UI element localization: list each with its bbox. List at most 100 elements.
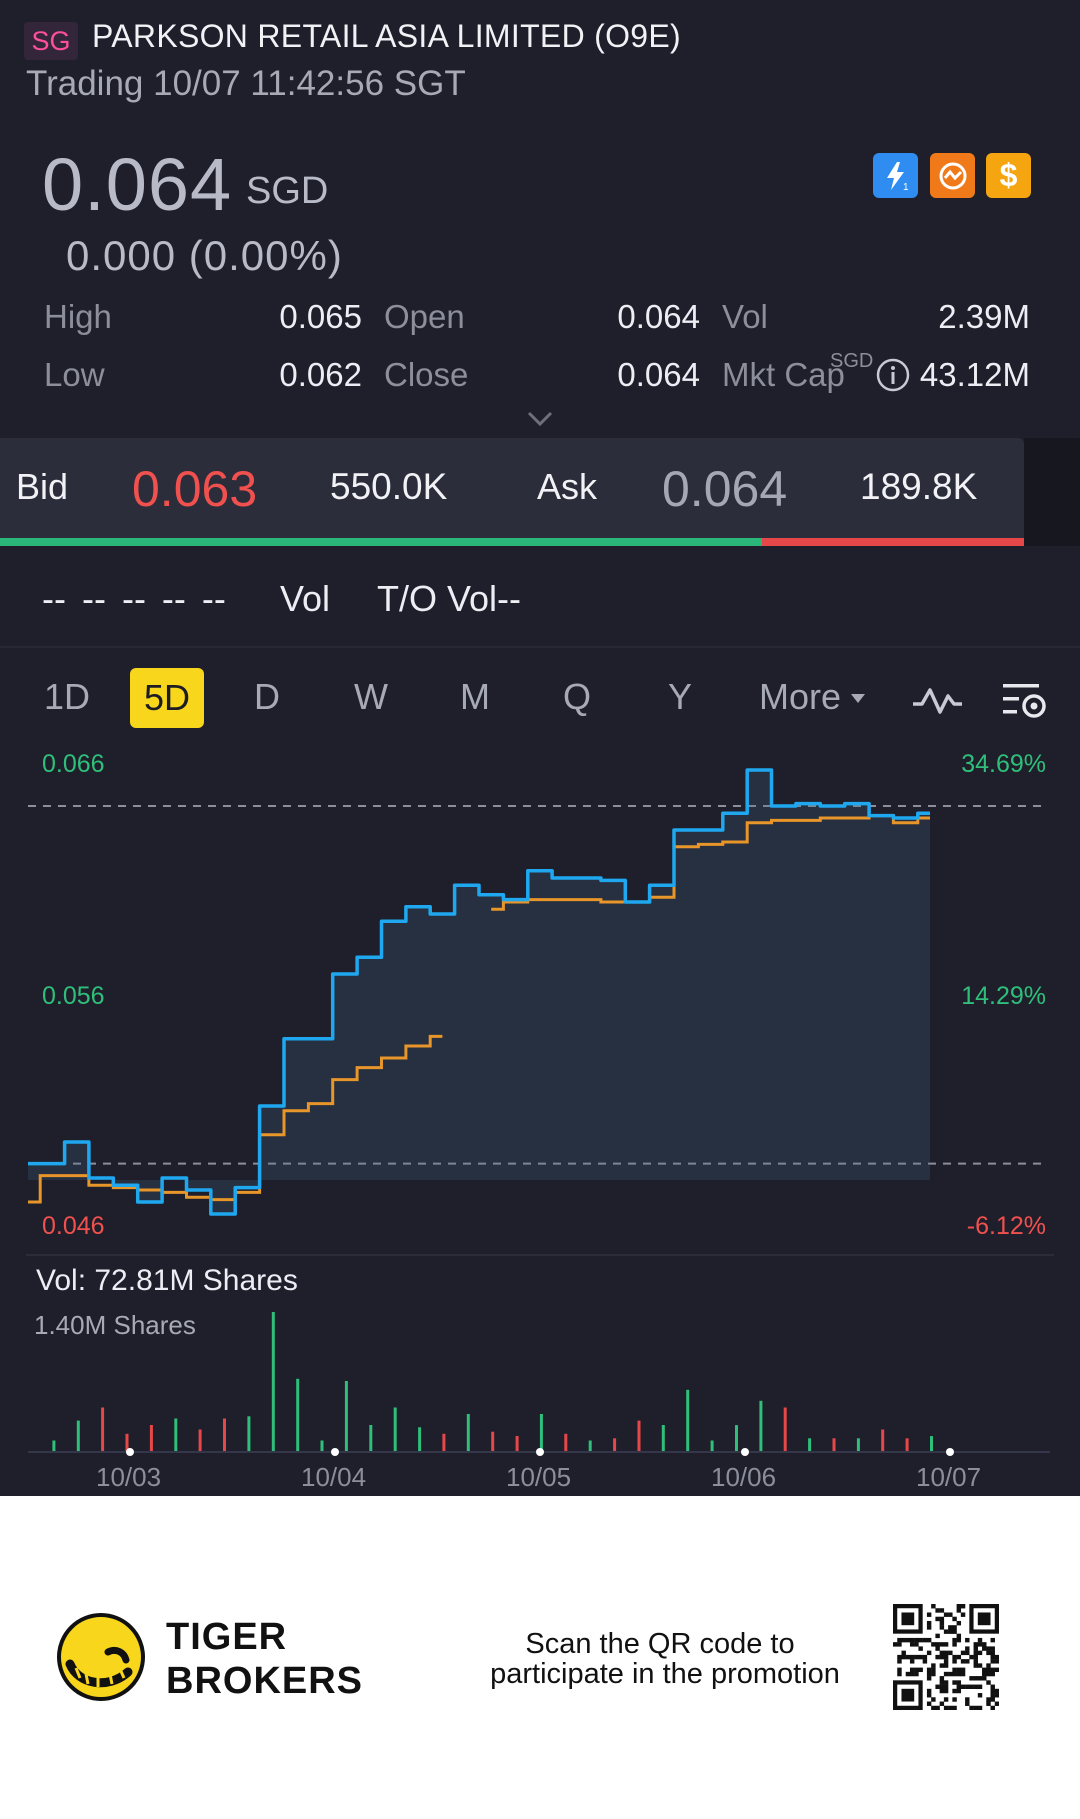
tab-d[interactable]: D <box>250 676 284 718</box>
ask-label: Ask <box>537 466 598 507</box>
date-marker-dot <box>741 1448 749 1456</box>
high-label: High <box>44 298 112 335</box>
vol-label: Vol <box>722 298 768 335</box>
volume-bar <box>710 1440 714 1453</box>
volume-bar <box>637 1420 641 1452</box>
volume-bar <box>905 1438 909 1453</box>
company-name: PARKSON RETAIL ASIA LIMITED (O9E) <box>92 18 682 54</box>
volume-bar <box>930 1436 933 1452</box>
price-area-fill <box>28 770 930 1214</box>
chart-volume-divider <box>26 1254 1054 1256</box>
market-tag: SG <box>24 22 78 60</box>
tab-q[interactable]: Q <box>560 676 594 718</box>
volume-bar <box>564 1433 568 1452</box>
flash-icon[interactable]: 1 <box>873 153 918 198</box>
low-value: 0.062 <box>279 356 362 393</box>
mktcap-label: Mkt Cap <box>722 356 845 393</box>
volume-bar <box>369 1425 373 1452</box>
tiger-logo-icon <box>56 1612 146 1702</box>
swap-icon[interactable] <box>930 153 975 198</box>
volume-bar <box>174 1418 178 1453</box>
volume-bar <box>661 1425 665 1452</box>
volume-bar <box>442 1433 446 1452</box>
turnover-vol-label: T/O Vol-- <box>377 578 522 619</box>
volume-bar <box>539 1414 543 1452</box>
svg-text:1: 1 <box>903 182 909 193</box>
tab-5d[interactable]: 5D <box>130 668 204 728</box>
bid-ratio-bar <box>0 538 762 546</box>
volume-bar <box>223 1418 226 1453</box>
volume-bar <box>296 1378 300 1452</box>
mktcap-currency: SGD <box>830 350 874 372</box>
volume-bar <box>881 1429 885 1453</box>
dollar-icon[interactable]: $ <box>986 153 1031 198</box>
volume-bar <box>344 1381 348 1452</box>
tab-more[interactable]: More <box>756 676 844 718</box>
bid-label: Bid <box>16 466 69 507</box>
ask-size: 189.8K <box>860 466 978 507</box>
last-price: 0.064 <box>42 143 233 226</box>
volume-total: Vol: 72.81M Shares <box>36 1264 298 1297</box>
volume-bar <box>515 1436 519 1452</box>
brand-name-line2: BROKERS <box>166 1660 364 1702</box>
mktcap-value: 43.12M <box>919 356 1030 393</box>
high-value: 0.065 <box>279 298 362 335</box>
info-icon[interactable] <box>876 358 910 392</box>
close-label: Close <box>384 356 469 393</box>
volume-bar <box>271 1312 275 1452</box>
tick-vol-label: Vol <box>280 578 331 619</box>
volume-bar <box>320 1440 324 1453</box>
x-date-label: 10/07 <box>916 1462 982 1492</box>
volume-bar <box>393 1407 397 1453</box>
volume-bar <box>588 1440 592 1453</box>
date-marker-dot <box>946 1448 954 1456</box>
volume-bar <box>808 1438 812 1453</box>
promo-text-line1: Scan the QR code to <box>525 1628 795 1660</box>
volume-bar <box>198 1429 202 1453</box>
bid-price: 0.063 <box>132 461 258 517</box>
open-label: Open <box>384 298 465 335</box>
bid-size: 550.0K <box>330 466 448 507</box>
volume-bar <box>783 1407 787 1453</box>
x-date-label: 10/03 <box>96 1462 162 1492</box>
volume-bar <box>418 1427 422 1452</box>
tab-1d[interactable]: 1D <box>40 676 94 718</box>
tick-placeholders: -- -- -- -- -- <box>42 578 226 619</box>
bid-ask-side-strip <box>1024 438 1080 546</box>
price-chart[interactable] <box>0 740 1080 1490</box>
price-change: 0.000 (0.00%) <box>66 232 343 279</box>
price-currency: SGD <box>246 170 329 212</box>
volume-bar <box>466 1414 470 1452</box>
trading-status: Trading 10/07 11:42:56 SGT <box>26 64 466 103</box>
indicator-icon[interactable] <box>910 680 964 720</box>
tab-y[interactable]: Y <box>663 676 697 718</box>
volume-bar <box>52 1440 56 1453</box>
date-marker-dot <box>331 1448 339 1456</box>
tab-m[interactable]: M <box>456 676 494 718</box>
close-value: 0.064 <box>617 356 700 393</box>
volume-bar <box>856 1438 860 1453</box>
vol-value: 2.39M <box>938 298 1030 335</box>
expand-chevron-icon[interactable] <box>526 410 554 428</box>
ask-price: 0.064 <box>662 461 788 517</box>
tab-w[interactable]: W <box>350 676 392 718</box>
qr-code[interactable] <box>893 1604 1000 1711</box>
open-value: 0.064 <box>617 298 700 335</box>
volume-bar <box>613 1438 617 1452</box>
volume-bar <box>247 1416 251 1452</box>
volume-bar <box>491 1431 495 1452</box>
ask-ratio-bar <box>762 538 1024 546</box>
date-marker-dot <box>536 1448 544 1456</box>
volume-bar <box>735 1425 738 1452</box>
volume-bar <box>759 1400 763 1452</box>
chart-settings-icon[interactable] <box>1000 678 1050 724</box>
x-date-label: 10/05 <box>506 1462 572 1492</box>
volume-bar <box>149 1425 153 1452</box>
volume-bar <box>686 1389 690 1452</box>
volume-bar <box>832 1438 836 1453</box>
more-dropdown-icon[interactable] <box>850 692 866 704</box>
divider <box>0 646 1080 648</box>
x-date-label: 10/06 <box>711 1462 777 1492</box>
x-date-label: 10/04 <box>301 1462 367 1492</box>
low-label: Low <box>44 356 105 393</box>
